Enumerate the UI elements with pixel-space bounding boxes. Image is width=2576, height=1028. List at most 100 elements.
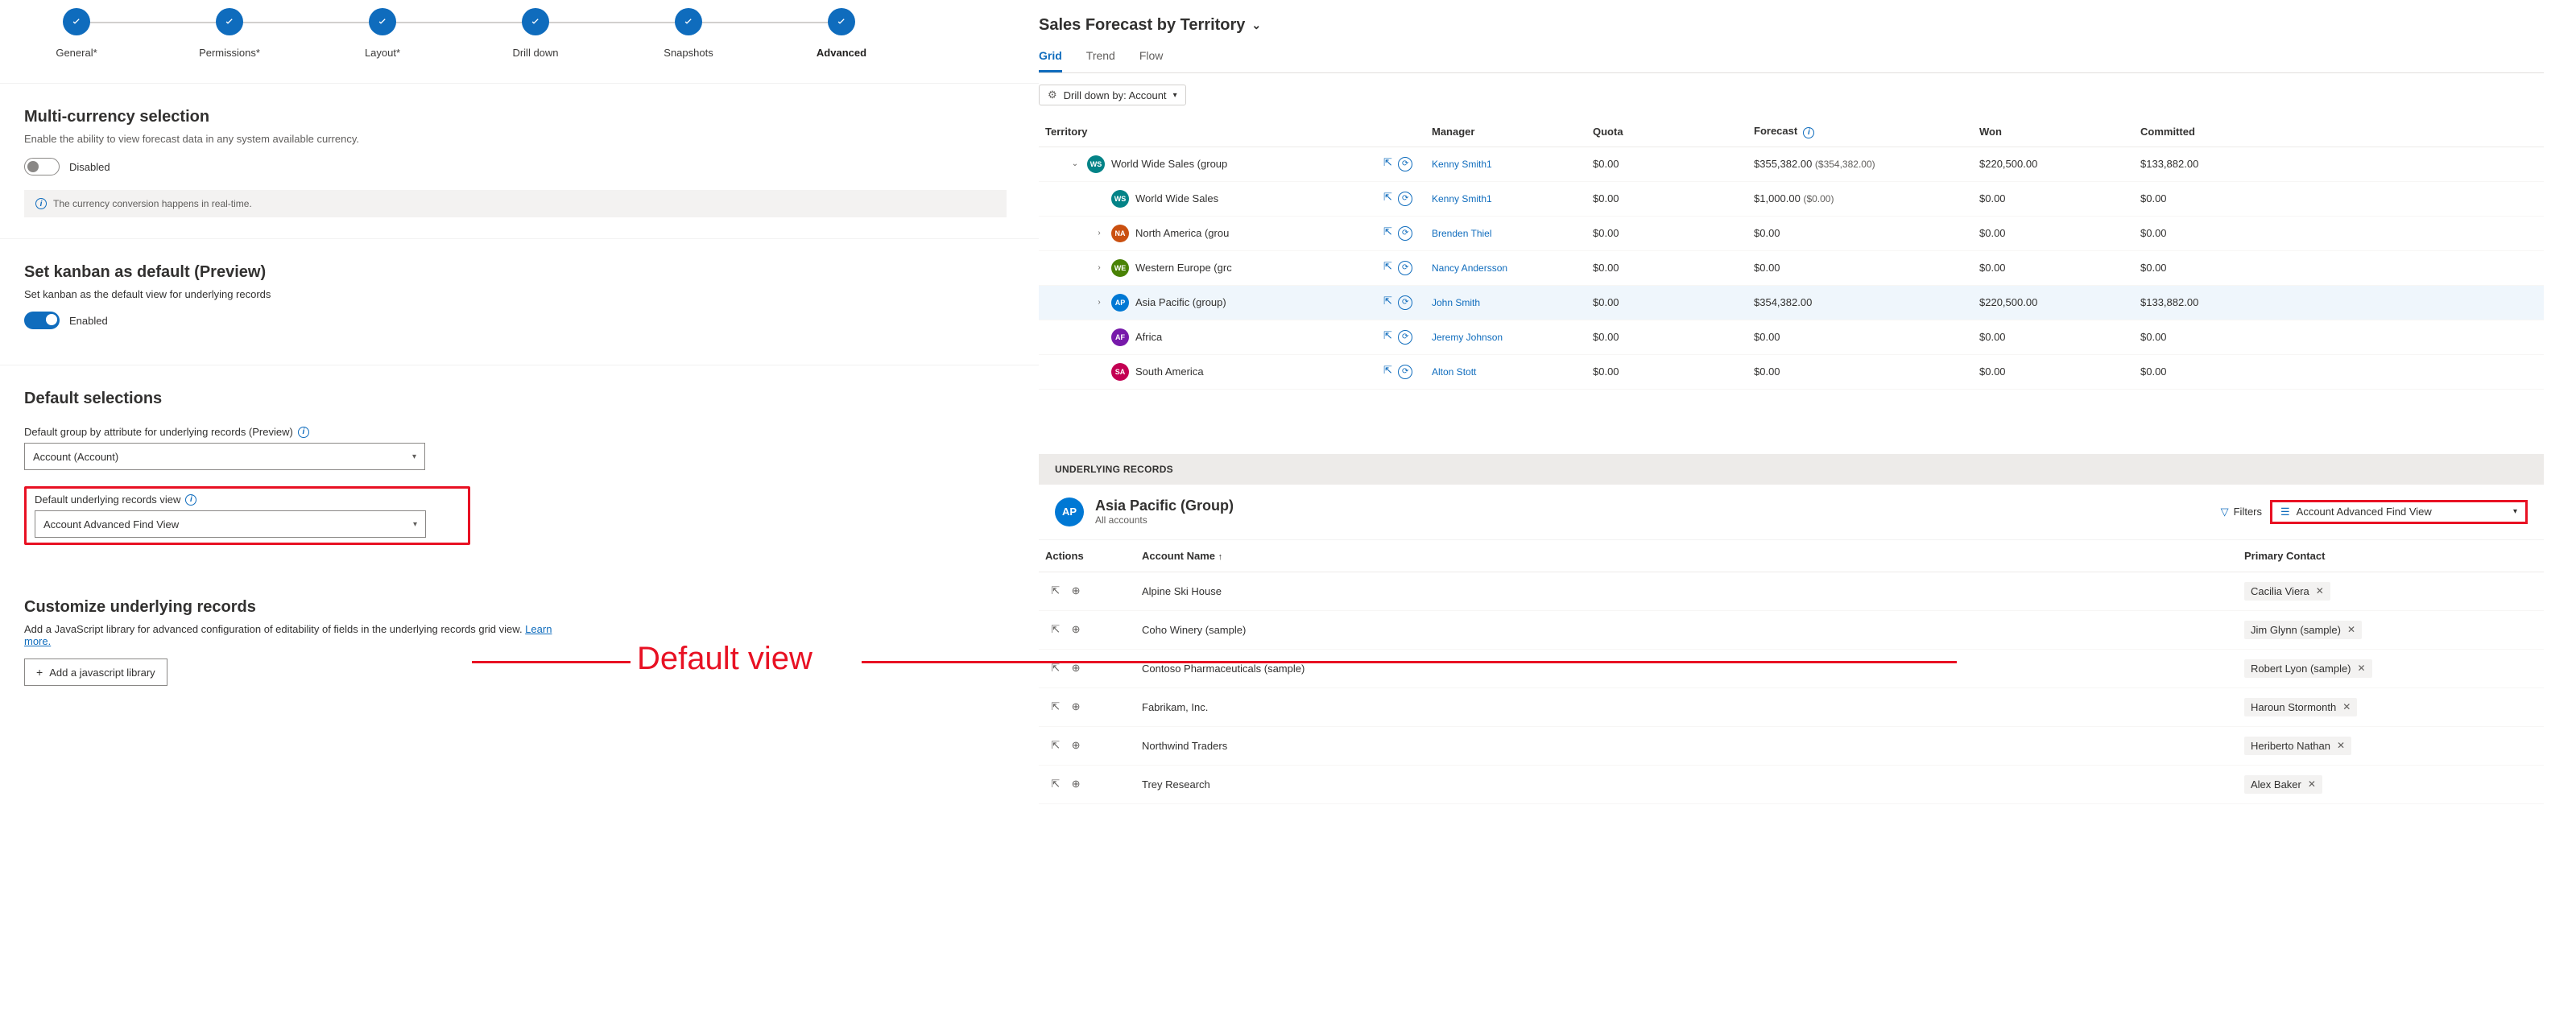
refresh-icon[interactable]: ⟳ xyxy=(1398,157,1412,171)
refresh-icon[interactable]: ⟳ xyxy=(1398,261,1412,275)
manager-link[interactable]: Kenny Smith1 xyxy=(1432,193,1492,204)
open-icon[interactable]: ⇱ xyxy=(1383,260,1392,272)
col-account-name[interactable]: Account Name ↑ xyxy=(1135,540,2238,572)
open-record-icon[interactable]: ⇱ xyxy=(1051,584,1060,597)
refresh-icon[interactable]: ⟳ xyxy=(1398,295,1412,310)
step-connector xyxy=(76,22,229,23)
refresh-icon[interactable]: ⟳ xyxy=(1398,226,1412,241)
record-row[interactable]: ⇱ ⊕Contoso Pharmaceuticals (sample)Rober… xyxy=(1039,649,2544,687)
remove-icon[interactable]: ✕ xyxy=(2308,778,2316,790)
drilldown-pill[interactable]: ⚙ Drill down by: Account ▾ xyxy=(1039,85,1186,105)
grid-row[interactable]: AFAfrica⇱ ⟳Jeremy Johnson$0.00$0.00$0.00… xyxy=(1039,320,2544,354)
records-table: Actions Account Name ↑ Primary Contact ⇱… xyxy=(1039,540,2544,804)
expand-icon[interactable]: › xyxy=(1094,263,1105,272)
contact-chip[interactable]: Jim Glynn (sample)✕ xyxy=(2244,621,2362,639)
col-actions: Actions xyxy=(1039,540,1135,572)
step-permissions[interactable]: Permissions* xyxy=(153,8,306,59)
add-icon[interactable]: ⊕ xyxy=(1072,700,1081,712)
open-icon[interactable]: ⇱ xyxy=(1383,329,1392,341)
expand-icon[interactable]: › xyxy=(1094,298,1105,307)
open-record-icon[interactable]: ⇱ xyxy=(1051,623,1060,635)
record-row[interactable]: ⇱ ⊕Fabrikam, Inc.Haroun Stormonth✕ xyxy=(1039,687,2544,726)
filters-button[interactable]: ▽ Filters xyxy=(2221,506,2262,518)
contact-chip[interactable]: Haroun Stormonth✕ xyxy=(2244,698,2357,716)
manager-link[interactable]: Brenden Thiel xyxy=(1432,228,1492,239)
col-won[interactable]: Won xyxy=(1973,117,2134,147)
manager-link[interactable]: Kenny Smith1 xyxy=(1432,159,1492,170)
open-icon[interactable]: ⇱ xyxy=(1383,295,1392,307)
step-label: General* xyxy=(56,47,97,59)
remove-icon[interactable]: ✕ xyxy=(2358,663,2366,674)
quota-value: $0.00 xyxy=(1586,147,1747,181)
manager-link[interactable]: Jeremy Johnson xyxy=(1432,332,1503,343)
default-view-select[interactable]: Account Advanced Find View ▾ xyxy=(35,510,426,538)
kanban-toggle[interactable] xyxy=(24,312,60,329)
grid-row[interactable]: ›APAsia Pacific (group)⇱ ⟳John Smith$0.0… xyxy=(1039,285,2544,320)
col-forecast-text: Forecast xyxy=(1754,125,1797,137)
col-territory[interactable]: Territory xyxy=(1039,117,1377,147)
tab-trend[interactable]: Trend xyxy=(1086,49,1115,72)
record-row[interactable]: ⇱ ⊕Trey ResearchAlex Baker✕ xyxy=(1039,765,2544,803)
grid-row[interactable]: ›NANorth America (grou⇱ ⟳Brenden Thiel$0… xyxy=(1039,216,2544,250)
forecast-title-dropdown[interactable]: Sales Forecast by Territory ⌄ xyxy=(1039,16,2544,35)
contact-chip[interactable]: Heriberto Nathan✕ xyxy=(2244,737,2351,755)
default-selections-title: Default selections xyxy=(24,390,1007,408)
record-row[interactable]: ⇱ ⊕Alpine Ski HouseCacilia Viera✕ xyxy=(1039,572,2544,610)
expand-icon[interactable]: › xyxy=(1094,229,1105,237)
territory-name: Asia Pacific (group) xyxy=(1135,296,1226,308)
open-icon[interactable]: ⇱ xyxy=(1383,225,1392,237)
tab-grid[interactable]: Grid xyxy=(1039,49,1062,72)
view-picker[interactable]: ☰ Account Advanced Find View ▾ xyxy=(2270,500,2528,524)
check-icon xyxy=(828,8,855,35)
step-drilldown[interactable]: Drill down xyxy=(459,8,612,59)
contact-chip[interactable]: Robert Lyon (sample)✕ xyxy=(2244,659,2372,678)
col-primary-contact[interactable]: Primary Contact xyxy=(2238,540,2544,572)
open-record-icon[interactable]: ⇱ xyxy=(1051,778,1060,790)
refresh-icon[interactable]: ⟳ xyxy=(1398,192,1412,206)
contact-chip[interactable]: Alex Baker✕ xyxy=(2244,775,2322,794)
refresh-icon[interactable]: ⟳ xyxy=(1398,365,1412,379)
add-icon[interactable]: ⊕ xyxy=(1072,662,1081,674)
grid-row[interactable]: ›WEWestern Europe (grc⇱ ⟳Nancy Andersson… xyxy=(1039,250,2544,285)
remove-icon[interactable]: ✕ xyxy=(2342,701,2351,712)
grid-row[interactable]: ⌄WSWorld Wide Sales (group⇱ ⟳Kenny Smith… xyxy=(1039,147,2544,181)
manager-link[interactable]: Alton Stott xyxy=(1432,366,1476,378)
col-quota[interactable]: Quota xyxy=(1586,117,1747,147)
manager-link[interactable]: John Smith xyxy=(1432,297,1480,308)
open-record-icon[interactable]: ⇱ xyxy=(1051,662,1060,674)
remove-icon[interactable]: ✕ xyxy=(2316,585,2324,597)
expand-icon[interactable]: ⌄ xyxy=(1069,159,1081,168)
open-icon[interactable]: ⇱ xyxy=(1383,156,1392,168)
add-icon[interactable]: ⊕ xyxy=(1072,623,1081,635)
grid-row[interactable]: SASouth America⇱ ⟳Alton Stott$0.00$0.00$… xyxy=(1039,354,2544,389)
default-view-value: Account Advanced Find View xyxy=(43,518,179,531)
col-forecast[interactable]: Forecast i xyxy=(1747,117,1973,147)
step-general[interactable]: General* xyxy=(0,8,153,59)
contact-chip[interactable]: Cacilia Viera✕ xyxy=(2244,582,2330,601)
multi-currency-toggle[interactable] xyxy=(24,158,60,175)
add-icon[interactable]: ⊕ xyxy=(1072,739,1081,751)
groupby-select[interactable]: Account (Account) ▾ xyxy=(24,443,425,470)
tab-flow[interactable]: Flow xyxy=(1139,49,1164,72)
open-record-icon[interactable]: ⇱ xyxy=(1051,739,1060,751)
open-record-icon[interactable]: ⇱ xyxy=(1051,700,1060,712)
col-committed[interactable]: Committed xyxy=(2134,117,2544,147)
grid-row[interactable]: WSWorld Wide Sales⇱ ⟳Kenny Smith1$0.00$1… xyxy=(1039,181,2544,216)
add-js-library-button[interactable]: + Add a javascript library xyxy=(24,658,167,686)
step-snapshots[interactable]: Snapshots xyxy=(612,8,765,59)
add-icon[interactable]: ⊕ xyxy=(1072,778,1081,790)
remove-icon[interactable]: ✕ xyxy=(2347,624,2355,635)
refresh-icon[interactable]: ⟳ xyxy=(1398,330,1412,345)
open-icon[interactable]: ⇱ xyxy=(1383,364,1392,376)
step-advanced[interactable]: Advanced xyxy=(765,8,918,59)
filter-icon: ▽ xyxy=(2221,506,2229,518)
add-icon[interactable]: ⊕ xyxy=(1072,584,1081,597)
manager-link[interactable]: Nancy Andersson xyxy=(1432,262,1507,274)
record-row[interactable]: ⇱ ⊕Northwind TradersHeriberto Nathan✕ xyxy=(1039,726,2544,765)
step-layout[interactable]: Layout* xyxy=(306,8,459,59)
open-icon[interactable]: ⇱ xyxy=(1383,191,1392,203)
sort-asc-icon: ↑ xyxy=(1218,552,1223,562)
col-manager[interactable]: Manager xyxy=(1425,117,1586,147)
remove-icon[interactable]: ✕ xyxy=(2337,740,2345,751)
record-row[interactable]: ⇱ ⊕Coho Winery (sample)Jim Glynn (sample… xyxy=(1039,610,2544,649)
